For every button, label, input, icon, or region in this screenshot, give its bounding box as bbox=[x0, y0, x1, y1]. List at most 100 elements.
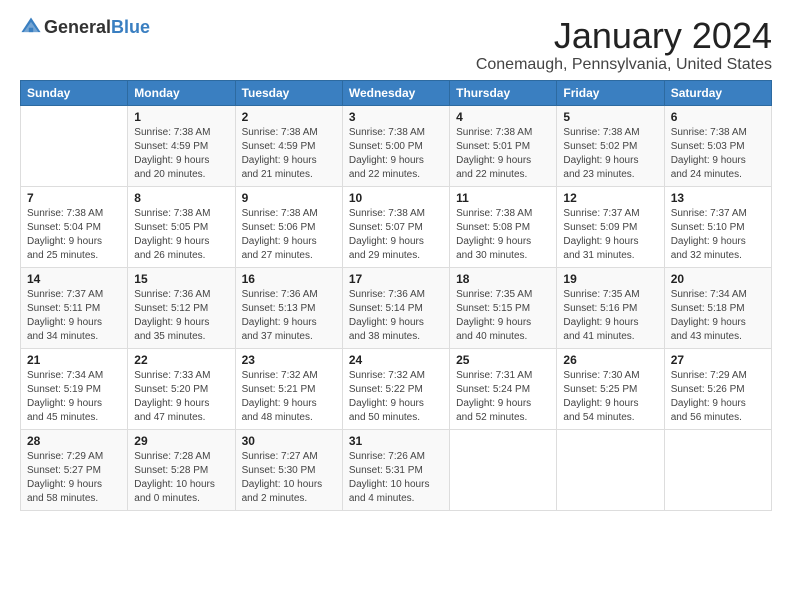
col-wednesday: Wednesday bbox=[342, 80, 449, 105]
calendar-cell: 28Sunrise: 7:29 AMSunset: 5:27 PMDayligh… bbox=[21, 429, 128, 510]
calendar-cell: 27 Sunrise: 7:29 AMSunset: 5:26 PMDayligh… bbox=[664, 348, 771, 429]
day-info: Sunrise: 7:38 AMSunset: 4:59 PMDaylight:… bbox=[134, 126, 228, 182]
day-number: 31 bbox=[349, 434, 443, 448]
day-number: 4 bbox=[456, 110, 550, 124]
calendar-week-3: 14Sunrise: 7:37 AMSunset: 5:11 PMDayligh… bbox=[21, 267, 772, 348]
day-info: Sunrise: 7:35 AMSunset: 5:16 PMDaylight:… bbox=[563, 288, 657, 344]
calendar-cell: 11 Sunrise: 7:38 AMSunset: 5:08 PMDayligh… bbox=[450, 186, 557, 267]
day-number: 28 bbox=[27, 434, 121, 448]
calendar-cell: 5Sunrise: 7:38 AMSunset: 5:02 PMDaylight… bbox=[557, 105, 664, 186]
col-thursday: Thursday bbox=[450, 80, 557, 105]
calendar-container: GeneralBlue January 2024 Conemaugh, Penn… bbox=[0, 0, 792, 521]
day-info: Sunrise: 7:38 AMSunset: 5:03 PMDaylight:… bbox=[671, 126, 765, 182]
day-info: Sunrise: 7:38 AMSunset: 5:00 PMDaylight:… bbox=[349, 126, 443, 182]
day-info: Sunrise: 7:28 AMSunset: 5:28 PMDaylight:… bbox=[134, 450, 228, 506]
calendar-cell: 7 Sunrise: 7:38 AMSunset: 5:04 PMDaylight… bbox=[21, 186, 128, 267]
calendar-cell: 31 Sunrise: 7:26 AMSunset: 5:31 PMDayligh… bbox=[342, 429, 449, 510]
calendar-cell: 22 Sunrise: 7:33 AMSunset: 5:20 PMDayligh… bbox=[128, 348, 235, 429]
calendar-cell: 17 Sunrise: 7:36 AMSunset: 5:14 PMDayligh… bbox=[342, 267, 449, 348]
calendar-cell: 12Sunrise: 7:37 AMSunset: 5:09 PMDayligh… bbox=[557, 186, 664, 267]
day-info: Sunrise: 7:38 AMSunset: 5:08 PMDaylight:… bbox=[456, 207, 550, 263]
logo-general: General bbox=[44, 17, 111, 37]
day-number: 2 bbox=[242, 110, 336, 124]
day-info: Sunrise: 7:30 AMSunset: 5:25 PMDaylight:… bbox=[563, 369, 657, 425]
day-info: Sunrise: 7:31 AMSunset: 5:24 PMDaylight:… bbox=[456, 369, 550, 425]
day-info: Sunrise: 7:29 AMSunset: 5:26 PMDaylight:… bbox=[671, 369, 765, 425]
day-info: Sunrise: 7:38 AMSunset: 5:02 PMDaylight:… bbox=[563, 126, 657, 182]
calendar-table: Sunday Monday Tuesday Wednesday Thursday… bbox=[20, 80, 772, 511]
day-number: 29 bbox=[134, 434, 228, 448]
calendar-cell: 30 Sunrise: 7:27 AMSunset: 5:30 PMDayligh… bbox=[235, 429, 342, 510]
day-info: Sunrise: 7:38 AMSunset: 5:04 PMDaylight:… bbox=[27, 207, 121, 263]
day-number: 30 bbox=[242, 434, 336, 448]
day-info: Sunrise: 7:36 AMSunset: 5:13 PMDaylight:… bbox=[242, 288, 336, 344]
calendar-cell: 1 Sunrise: 7:38 AMSunset: 4:59 PMDaylight… bbox=[128, 105, 235, 186]
calendar-week-5: 28Sunrise: 7:29 AMSunset: 5:27 PMDayligh… bbox=[21, 429, 772, 510]
calendar-cell: 25 Sunrise: 7:31 AMSunset: 5:24 PMDayligh… bbox=[450, 348, 557, 429]
calendar-cell: 15 Sunrise: 7:36 AMSunset: 5:12 PMDayligh… bbox=[128, 267, 235, 348]
day-number: 20 bbox=[671, 272, 765, 286]
col-saturday: Saturday bbox=[664, 80, 771, 105]
day-number: 3 bbox=[349, 110, 443, 124]
day-number: 23 bbox=[242, 353, 336, 367]
header: GeneralBlue January 2024 Conemaugh, Penn… bbox=[20, 16, 772, 74]
calendar-cell: 18 Sunrise: 7:35 AMSunset: 5:15 PMDayligh… bbox=[450, 267, 557, 348]
day-info: Sunrise: 7:37 AMSunset: 5:11 PMDaylight:… bbox=[27, 288, 121, 344]
day-number: 19 bbox=[563, 272, 657, 286]
calendar-week-4: 21 Sunrise: 7:34 AMSunset: 5:19 PMDayligh… bbox=[21, 348, 772, 429]
day-number: 9 bbox=[242, 191, 336, 205]
day-info: Sunrise: 7:35 AMSunset: 5:15 PMDaylight:… bbox=[456, 288, 550, 344]
day-number: 8 bbox=[134, 191, 228, 205]
calendar-cell bbox=[21, 105, 128, 186]
day-info: Sunrise: 7:34 AMSunset: 5:18 PMDaylight:… bbox=[671, 288, 765, 344]
day-info: Sunrise: 7:27 AMSunset: 5:30 PMDaylight:… bbox=[242, 450, 336, 506]
logo-text: GeneralBlue bbox=[44, 17, 150, 38]
day-number: 1 bbox=[134, 110, 228, 124]
calendar-cell: 23Sunrise: 7:32 AMSunset: 5:21 PMDayligh… bbox=[235, 348, 342, 429]
day-number: 13 bbox=[671, 191, 765, 205]
day-info: Sunrise: 7:38 AMSunset: 4:59 PMDaylight:… bbox=[242, 126, 336, 182]
logo-blue: Blue bbox=[111, 17, 150, 37]
calendar-cell bbox=[450, 429, 557, 510]
day-info: Sunrise: 7:36 AMSunset: 5:14 PMDaylight:… bbox=[349, 288, 443, 344]
day-number: 21 bbox=[27, 353, 121, 367]
title-block: January 2024 Conemaugh, Pennsylvania, Un… bbox=[476, 16, 772, 74]
calendar-cell: 10Sunrise: 7:38 AMSunset: 5:07 PMDayligh… bbox=[342, 186, 449, 267]
day-info: Sunrise: 7:38 AMSunset: 5:01 PMDaylight:… bbox=[456, 126, 550, 182]
day-number: 7 bbox=[27, 191, 121, 205]
day-info: Sunrise: 7:26 AMSunset: 5:31 PMDaylight:… bbox=[349, 450, 443, 506]
calendar-cell: 26 Sunrise: 7:30 AMSunset: 5:25 PMDayligh… bbox=[557, 348, 664, 429]
calendar-cell: 9 Sunrise: 7:38 AMSunset: 5:06 PMDaylight… bbox=[235, 186, 342, 267]
calendar-cell: 24Sunrise: 7:32 AMSunset: 5:22 PMDayligh… bbox=[342, 348, 449, 429]
day-info: Sunrise: 7:38 AMSunset: 5:06 PMDaylight:… bbox=[242, 207, 336, 263]
day-number: 27 bbox=[671, 353, 765, 367]
location-title: Conemaugh, Pennsylvania, United States bbox=[476, 56, 772, 74]
day-info: Sunrise: 7:34 AMSunset: 5:19 PMDaylight:… bbox=[27, 369, 121, 425]
logo: GeneralBlue bbox=[20, 16, 150, 38]
day-info: Sunrise: 7:38 AMSunset: 5:07 PMDaylight:… bbox=[349, 207, 443, 263]
logo-icon bbox=[20, 16, 42, 38]
col-monday: Monday bbox=[128, 80, 235, 105]
calendar-cell: 16Sunrise: 7:36 AMSunset: 5:13 PMDayligh… bbox=[235, 267, 342, 348]
calendar-cell: 19 Sunrise: 7:35 AMSunset: 5:16 PMDayligh… bbox=[557, 267, 664, 348]
calendar-cell: 8 Sunrise: 7:38 AMSunset: 5:05 PMDaylight… bbox=[128, 186, 235, 267]
day-info: Sunrise: 7:36 AMSunset: 5:12 PMDaylight:… bbox=[134, 288, 228, 344]
day-number: 15 bbox=[134, 272, 228, 286]
day-info: Sunrise: 7:37 AMSunset: 5:10 PMDaylight:… bbox=[671, 207, 765, 263]
day-info: Sunrise: 7:32 AMSunset: 5:22 PMDaylight:… bbox=[349, 369, 443, 425]
day-number: 26 bbox=[563, 353, 657, 367]
calendar-cell: 6 Sunrise: 7:38 AMSunset: 5:03 PMDaylight… bbox=[664, 105, 771, 186]
day-number: 18 bbox=[456, 272, 550, 286]
calendar-cell: 3 Sunrise: 7:38 AMSunset: 5:00 PMDaylight… bbox=[342, 105, 449, 186]
day-number: 12 bbox=[563, 191, 657, 205]
day-number: 17 bbox=[349, 272, 443, 286]
month-title: January 2024 bbox=[476, 16, 772, 56]
day-number: 25 bbox=[456, 353, 550, 367]
day-info: Sunrise: 7:33 AMSunset: 5:20 PMDaylight:… bbox=[134, 369, 228, 425]
day-number: 6 bbox=[671, 110, 765, 124]
day-number: 11 bbox=[456, 191, 550, 205]
calendar-cell: 29 Sunrise: 7:28 AMSunset: 5:28 PMDayligh… bbox=[128, 429, 235, 510]
calendar-cell: 14Sunrise: 7:37 AMSunset: 5:11 PMDayligh… bbox=[21, 267, 128, 348]
day-info: Sunrise: 7:38 AMSunset: 5:05 PMDaylight:… bbox=[134, 207, 228, 263]
day-number: 22 bbox=[134, 353, 228, 367]
